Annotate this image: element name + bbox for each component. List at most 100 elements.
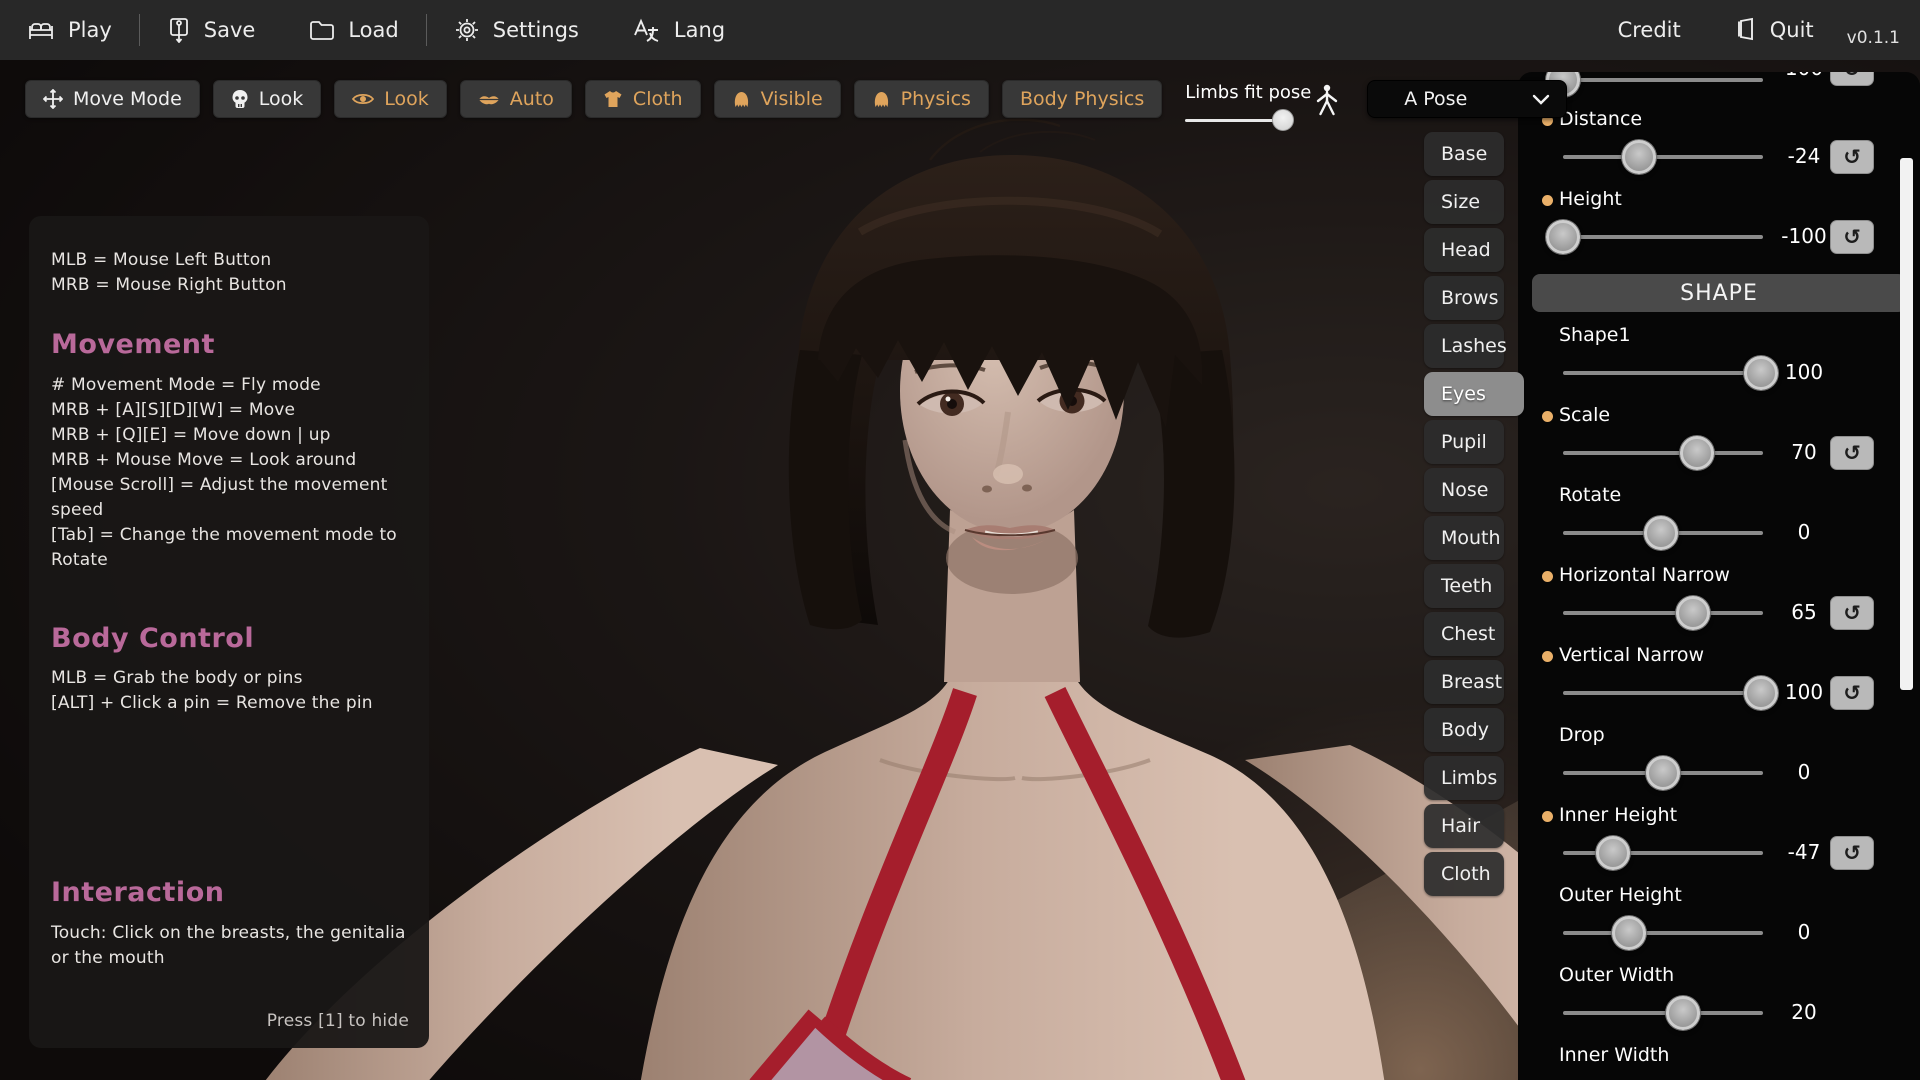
slider-row-inner-width: Inner Width [1518,1036,1920,1076]
tab-mouth[interactable]: Mouth [1424,516,1504,560]
slider-track[interactable] [1563,78,1763,82]
tab-pupil[interactable]: Pupil [1424,420,1504,464]
slider-label: Drop [1559,724,1605,746]
move-mode-label: Move Mode [73,88,182,110]
slider-value: 20 [1764,1000,1844,1024]
slider-track[interactable] [1563,451,1763,455]
slider-handle[interactable] [1612,916,1646,950]
tab-chest[interactable]: Chest [1424,612,1504,656]
limbs-fit-pose-slider[interactable] [1185,119,1287,122]
tab-label: Breast [1441,671,1502,693]
save-button[interactable]: Save [140,0,283,60]
tab-label: Base [1441,143,1487,165]
mode-toolbar: Move Mode Look Look Auto [25,80,1567,122]
slider-label: Distance [1559,108,1642,130]
tab-head[interactable]: Head [1424,228,1504,272]
play-button[interactable]: Play [0,0,139,60]
reset-button[interactable]: ↺ [1830,72,1874,86]
slider-handle[interactable] [1546,220,1580,254]
slider-handle[interactable] [1646,756,1680,790]
limbs-fit-pose-handle[interactable] [1272,109,1294,131]
slider-handle[interactable] [1644,516,1678,550]
slider-handle[interactable] [1596,836,1630,870]
look-eye-button[interactable]: Look [334,80,447,118]
slider-row-clipped-top: 100 ↺ [1518,72,1920,100]
save-pin-icon [167,17,191,43]
tab-cloth[interactable]: Cloth [1424,852,1504,896]
slider-value: 0 [1764,520,1844,544]
door-icon [1735,17,1757,43]
tab-teeth[interactable]: Teeth [1424,564,1504,608]
reset-button[interactable]: ↺ [1830,220,1874,254]
slider-track[interactable] [1563,235,1763,239]
visible-hair-button[interactable]: Visible [714,80,841,118]
modified-dot [1542,571,1553,582]
slider-row-vertical-narrow: Vertical Narrow 100 ↺ [1518,636,1920,716]
tab-lashes[interactable]: Lashes [1424,324,1504,368]
movement-line: MRB + [Q][E] = Move down | up [51,423,417,448]
tab-label: Body [1441,719,1489,741]
slider-track[interactable] [1563,851,1763,855]
body-physics-button[interactable]: Body Physics [1002,80,1162,118]
tab-nose[interactable]: Nose [1424,468,1504,512]
reset-button[interactable]: ↺ [1830,436,1874,470]
slider-label: Vertical Narrow [1559,644,1704,666]
tab-hair[interactable]: Hair [1424,804,1504,848]
tab-base[interactable]: Base [1424,132,1504,176]
reset-button[interactable]: ↺ [1830,140,1874,174]
auto-label: Auto [510,88,554,110]
tab-label: Pupil [1441,431,1487,453]
physics-label: Physics [901,88,971,110]
reset-button[interactable]: ↺ [1830,596,1874,630]
slider-track[interactable] [1563,1011,1763,1015]
reset-button[interactable]: ↺ [1830,836,1874,870]
tab-breast[interactable]: Breast [1424,660,1504,704]
slider-track[interactable] [1563,931,1763,935]
slider-label: Rotate [1559,484,1621,506]
tab-eyes-selected[interactable]: Eyes [1424,372,1524,416]
tab-brows[interactable]: Brows [1424,276,1504,320]
visible-label: Visible [761,88,823,110]
physics-hair-button[interactable]: Physics [854,80,989,118]
tab-body[interactable]: Body [1424,708,1504,752]
panel-scrollbar[interactable] [1900,158,1913,690]
lang-button[interactable]: Lang [606,0,752,60]
quit-button[interactable]: Quit [1708,17,1841,43]
tab-limbs[interactable]: Limbs [1424,756,1504,800]
slider-handle[interactable] [1666,996,1700,1030]
slider-label: Inner Width [1559,1044,1669,1066]
credit-button[interactable]: Credit [1591,18,1708,42]
pose-select-dropdown[interactable]: A Pose [1367,80,1567,118]
tab-size[interactable]: Size [1424,180,1504,224]
slider-label: Outer Width [1559,964,1674,986]
body-physics-label: Body Physics [1020,88,1144,110]
undo-icon: ↺ [1843,225,1861,249]
shape-section-header: SHAPE [1532,274,1906,312]
save-label: Save [204,18,256,42]
reset-button[interactable]: ↺ [1830,676,1874,710]
slider-label: Horizontal Narrow [1559,564,1730,586]
tab-label: Size [1441,191,1480,213]
move-mode-button[interactable]: Move Mode [25,80,200,118]
body-control-line: MLB = Grab the body or pins [51,666,417,691]
auto-button[interactable]: Auto [460,80,572,118]
slider-handle[interactable] [1676,596,1710,630]
slider-track[interactable] [1563,611,1763,615]
slider-row-horizontal-narrow: Horizontal Narrow 65 ↺ [1518,556,1920,636]
cloth-button[interactable]: Cloth [585,80,701,118]
slider-label: Shape1 [1559,324,1631,346]
slider-handle[interactable] [1680,436,1714,470]
tab-label: Head [1441,239,1491,261]
slider-track[interactable] [1563,771,1763,775]
slider-track[interactable] [1563,531,1763,535]
limbs-fit-pose-control: Limbs fit pose [1185,80,1287,122]
slider-track[interactable] [1563,155,1763,159]
slider-handle[interactable] [1622,140,1656,174]
load-button[interactable]: Load [282,0,425,60]
slider-track[interactable] [1563,371,1763,375]
slider-track[interactable] [1563,691,1763,695]
look-head-button[interactable]: Look [213,80,322,118]
nostril-left [982,486,992,493]
settings-button[interactable]: Settings [427,0,606,60]
tab-label: Lashes [1441,335,1507,357]
